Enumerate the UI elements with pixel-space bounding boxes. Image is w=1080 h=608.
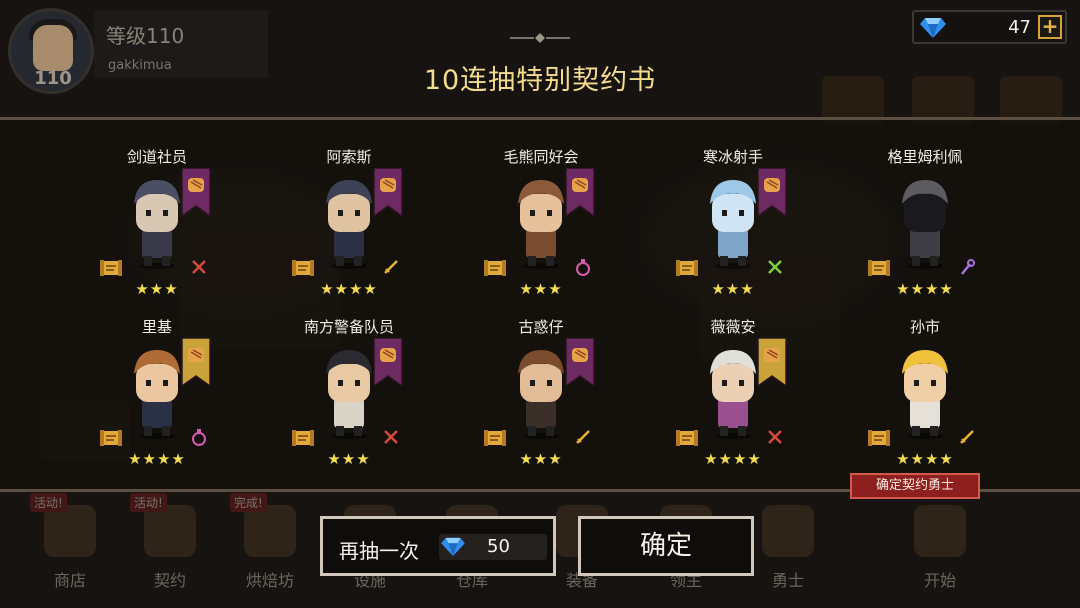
crossed-swords-icon <box>768 430 782 444</box>
star-rating: ★★★ <box>519 450 563 468</box>
purple-rank-banner <box>565 338 595 386</box>
warrior-card[interactable]: 古惑仔 ★★★ <box>446 316 636 476</box>
purple-rank-banner <box>757 168 787 216</box>
warrior-card[interactable]: 格里姆利佩 ★★★★ <box>830 146 1020 306</box>
sword-icon <box>960 430 974 444</box>
warrior-name: 格里姆利佩 <box>887 148 963 166</box>
warrior-portrait <box>902 180 948 269</box>
purple-rank-banner <box>181 168 211 216</box>
warrior-name: 南方警备队员 <box>303 318 394 336</box>
star-rating: ★★★ <box>327 450 371 468</box>
warrior-name: 阿索斯 <box>326 148 372 166</box>
nav-label: 商店 <box>53 571 86 590</box>
star-rating: ★★★ <box>711 280 755 298</box>
warrior-icon <box>762 505 814 557</box>
nav-warrior[interactable]: 勇士 <box>748 505 828 605</box>
nav-badge: 完成! <box>230 493 267 512</box>
warrior-name: 里基 <box>141 318 172 336</box>
staff-icon <box>961 259 975 275</box>
nav-label: 烘焙坊 <box>245 571 294 590</box>
warrior-card[interactable]: 毛熊同好会 ★★★ <box>446 146 636 306</box>
gold-rank-banner <box>181 338 211 386</box>
contract-scroll-icon <box>100 430 122 446</box>
contract-scroll-icon <box>676 430 698 446</box>
sword-icon <box>576 430 590 444</box>
confirm-contract-tag: 确定契约勇士 <box>850 473 980 499</box>
contract-scroll-icon <box>292 260 314 276</box>
start-icon <box>914 505 966 557</box>
star-rating: ★★★★ <box>128 450 186 468</box>
purple-rank-banner <box>373 168 403 216</box>
contract-icon <box>144 505 196 557</box>
contract-scroll-icon <box>868 430 890 446</box>
warrior-name: 薇薇安 <box>710 318 756 336</box>
gold-rank-banner <box>757 338 787 386</box>
warrior-name: 孙市 <box>909 318 940 336</box>
shop-icon <box>44 505 96 557</box>
star-rating: ★★★★ <box>320 280 378 298</box>
draw-again-cost: 50 <box>487 536 510 557</box>
nav-badge: 活动! <box>130 493 167 512</box>
warrior-card[interactable]: 南方警备队员 ★★★ <box>254 316 444 476</box>
draw-again-button[interactable]: 再抽一次 50 <box>320 516 556 576</box>
warrior-card[interactable]: 里基 ★★★★ <box>62 316 252 476</box>
cross-arrow-icon <box>768 260 782 274</box>
nav-label: 契约 <box>153 571 186 590</box>
draw-again-label: 再抽一次 <box>339 539 419 563</box>
warrior-name: 剑道社员 <box>126 148 187 166</box>
purple-rank-banner <box>565 168 595 216</box>
warrior-card[interactable]: 孙市 ★★★★ <box>830 316 1020 476</box>
crossed-swords-icon <box>384 430 398 444</box>
star-rating: ★★★★ <box>704 450 762 468</box>
nav-start[interactable]: 开始 <box>900 505 980 605</box>
confirm-button[interactable]: 确定 <box>578 516 754 576</box>
star-rating: ★★★★ <box>896 280 954 298</box>
crossed-swords-icon <box>192 260 206 274</box>
warrior-card[interactable]: 寒冰射手 ★★★ <box>638 146 828 306</box>
warrior-card[interactable]: 剑道社员 ★★★ <box>62 146 252 306</box>
contract-scroll-icon <box>100 260 122 276</box>
star-rating: ★★★ <box>135 280 179 298</box>
warrior-card[interactable]: 薇薇安 ★★★★ <box>638 316 828 476</box>
contract-scroll-icon <box>292 430 314 446</box>
warrior-card[interactable]: 阿索斯 ★★★★ <box>254 146 444 306</box>
gem-currency: 47 + <box>912 10 1067 44</box>
nav-badge: 活动! <box>30 493 67 512</box>
star-rating: ★★★ <box>519 280 563 298</box>
contract-scroll-icon <box>484 260 506 276</box>
bakery-icon <box>244 505 296 557</box>
contract-scroll-icon <box>868 260 890 276</box>
nav-label: 勇士 <box>771 571 804 590</box>
warrior-name: 寒冰射手 <box>702 148 763 166</box>
title-ornament <box>510 33 570 43</box>
warrior-name: 古惑仔 <box>518 318 564 336</box>
potion-icon <box>192 429 206 446</box>
diamond-icon <box>441 537 465 556</box>
nav-label: 开始 <box>923 571 956 590</box>
warrior-portrait <box>902 350 948 439</box>
player-level: 等级110 <box>106 24 185 48</box>
nav-bakery[interactable]: 完成! 烘焙坊 <box>230 493 310 605</box>
warrior-name: 毛熊同好会 <box>503 148 579 166</box>
sword-icon <box>384 260 398 274</box>
contract-scroll-icon <box>484 430 506 446</box>
diamond-icon <box>920 18 946 38</box>
add-gems-button[interactable]: + <box>1038 15 1062 39</box>
contract-scroll-icon <box>676 260 698 276</box>
nav-shop[interactable]: 活动! 商店 <box>30 493 110 605</box>
gem-count: 47 <box>1008 17 1031 38</box>
purple-rank-banner <box>373 338 403 386</box>
potion-icon <box>576 259 590 276</box>
star-rating: ★★★★ <box>896 450 954 468</box>
nav-contract[interactable]: 活动! 契约 <box>130 493 210 605</box>
